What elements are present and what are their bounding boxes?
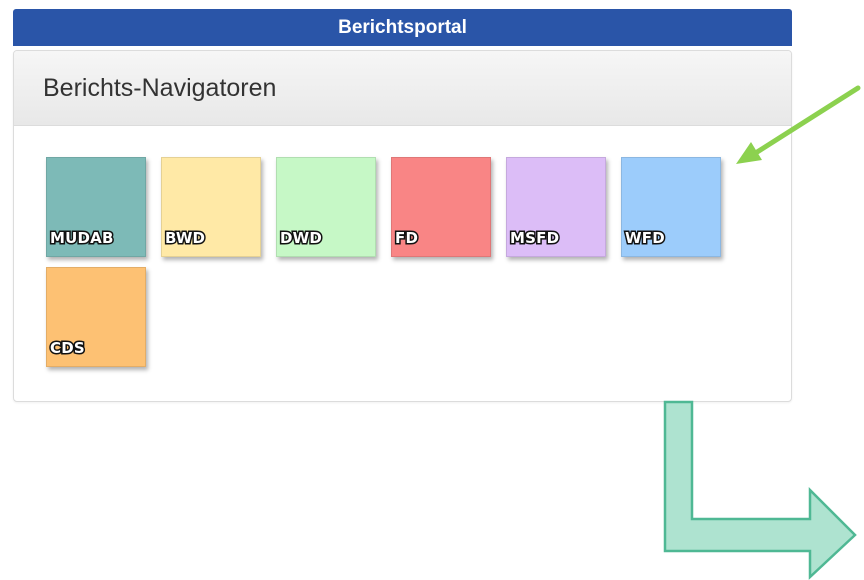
tile-label: DWD [278,228,323,249]
portal-title: Berichtsportal [338,17,467,38]
report-navigators-panel: Berichts-Navigatoren MUDAB BWD DWD FD MS… [13,50,792,402]
tile-mudab[interactable]: MUDAB [46,157,146,257]
green-pointer-arrow-icon [736,85,861,164]
tile-label: BWD [163,228,206,249]
panel-header: Berichts-Navigatoren [14,51,791,126]
panel-title: Berichts-Navigatoren [43,74,277,102]
page: Berichtsportal Berichts-Navigatoren MUDA… [0,0,864,580]
tile-msfd[interactable]: MSFD [506,157,606,257]
tile-cds[interactable]: CDS [46,267,146,367]
tile-dwd[interactable]: DWD [276,157,376,257]
tile-label: CDS [49,338,87,359]
teal-bent-arrow-icon [663,400,857,580]
portal-title-bar: Berichtsportal [13,9,792,46]
tile-fd[interactable]: FD [391,157,491,257]
tile-label: MSFD [508,228,560,249]
tile-wfd[interactable]: WFD [621,157,721,257]
tile-label: WFD [624,228,667,249]
tile-label: FD [393,228,419,249]
tile-bwd[interactable]: BWD [161,157,261,257]
tile-label: MUDAB [49,228,115,249]
